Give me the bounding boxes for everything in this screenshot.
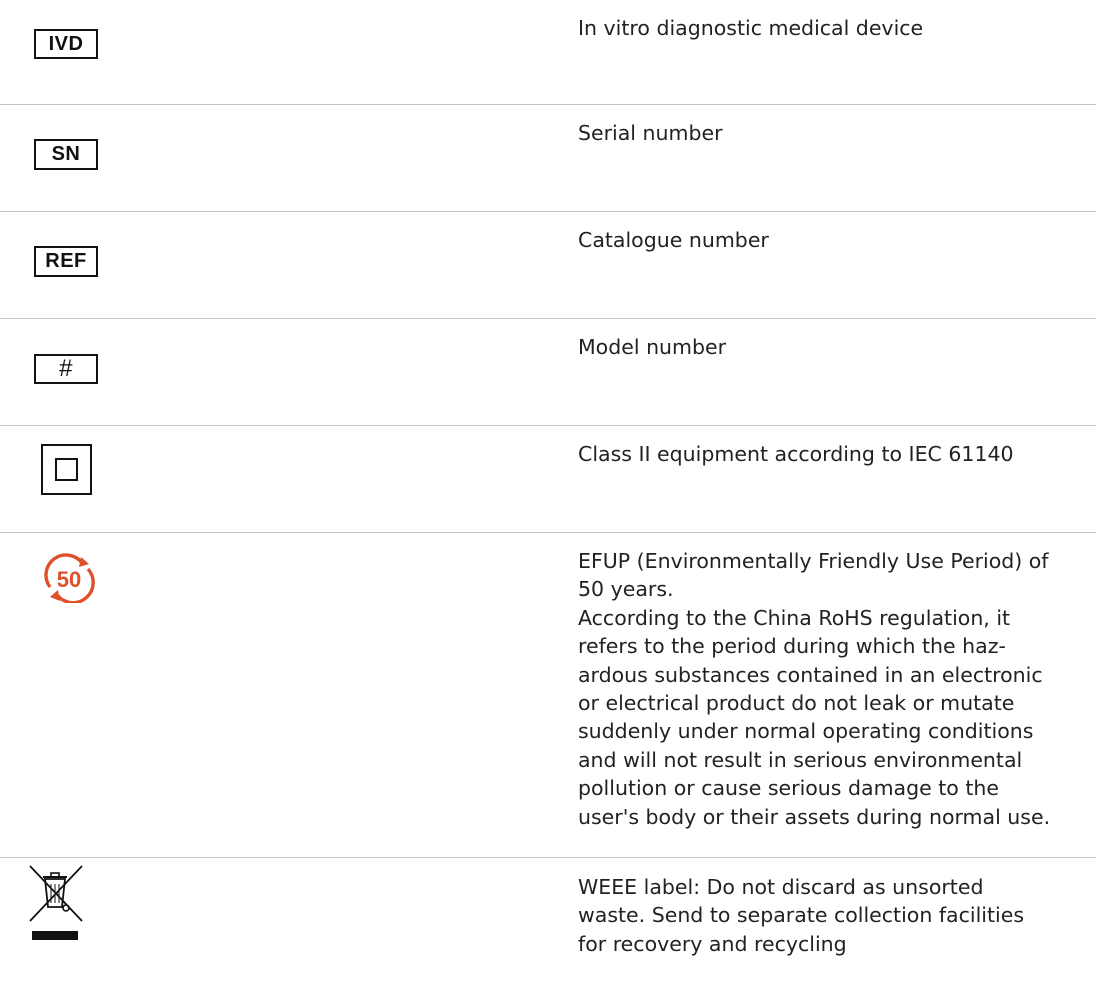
symbol-cell bbox=[0, 426, 560, 532]
table-row-efup: 50 EFUP (Environmentally Friendly Use Pe… bbox=[0, 533, 1096, 858]
description-line: for recovery and recycling bbox=[578, 931, 847, 956]
description-line: pollution or cause serious damage to the bbox=[578, 776, 999, 801]
description-cell: Catalogue number bbox=[578, 226, 1093, 254]
description-cell: Model number bbox=[578, 333, 1093, 361]
table-row-sn: SN Serial number bbox=[0, 105, 1096, 212]
ivd-symbol-icon: IVD bbox=[34, 29, 98, 59]
symbol-cell: IVD bbox=[0, 0, 560, 104]
description-cell: Serial number bbox=[578, 119, 1093, 147]
description-line: suddenly under normal operating conditio… bbox=[578, 719, 1034, 744]
description-line: waste. Send to separate collection facil… bbox=[578, 903, 1024, 928]
description-cell: Class II equipment according to IEC 6114… bbox=[578, 440, 1093, 468]
symbol-cell: SN bbox=[0, 105, 560, 211]
description-line: user's body or their assets during norma… bbox=[578, 804, 1051, 829]
efup-50-icon: 50 bbox=[44, 553, 95, 603]
symbol-cell bbox=[0, 858, 560, 991]
description-cell: EFUP (Environmentally Friendly Use Perio… bbox=[578, 547, 1093, 831]
weee-crossed-bin-icon bbox=[29, 865, 83, 940]
description-line: Class II equipment according to IEC 6114… bbox=[578, 442, 1014, 466]
description-line: EFUP (Environmentally Friendly Use Perio… bbox=[578, 549, 1049, 573]
description-line: Model number bbox=[578, 335, 727, 359]
symbol-table: IVD In vitro diagnostic medical device S… bbox=[0, 0, 1096, 991]
efup-50-label: 50 bbox=[57, 567, 81, 592]
description-line: refers to the period during which the ha… bbox=[578, 634, 1006, 659]
description-line: Serial number bbox=[578, 121, 723, 145]
table-row-ref: REF Catalogue number bbox=[0, 212, 1096, 319]
description-line: or electrical product do not leak or mut… bbox=[578, 691, 1015, 716]
table-row-model: # Model number bbox=[0, 319, 1096, 426]
description-line: In vitro diagnostic medical device bbox=[578, 16, 924, 40]
description-cell: WEEE label: Do not discard as unsorted w… bbox=[578, 873, 1093, 958]
serial-number-symbol-icon: SN bbox=[34, 139, 98, 170]
description-line: WEEE label: Do not discard as unsorted bbox=[578, 875, 984, 899]
double-square-class-ii-icon bbox=[41, 444, 92, 495]
description-line: ardous substances contained in an electr… bbox=[578, 662, 1043, 687]
table-row-class-ii: Class II equipment according to IEC 6114… bbox=[0, 426, 1096, 533]
symbol-cell: 50 bbox=[0, 533, 560, 857]
model-number-symbol-icon: # bbox=[34, 354, 98, 384]
description-line: 50 years. bbox=[578, 577, 674, 602]
description-line: and will not result in serious environme… bbox=[578, 747, 1023, 772]
description-line: According to the China RoHS regulation, … bbox=[578, 605, 1011, 630]
symbol-cell: REF bbox=[0, 212, 560, 318]
symbol-cell: # bbox=[0, 319, 560, 425]
table-row-ivd: IVD In vitro diagnostic medical device bbox=[0, 0, 1096, 105]
catalogue-number-symbol-icon: REF bbox=[34, 246, 98, 277]
description-line: Catalogue number bbox=[578, 228, 769, 252]
description-cell: In vitro diagnostic medical device bbox=[578, 14, 1093, 42]
table-row-weee: WEEE label: Do not discard as unsorted w… bbox=[0, 858, 1096, 991]
